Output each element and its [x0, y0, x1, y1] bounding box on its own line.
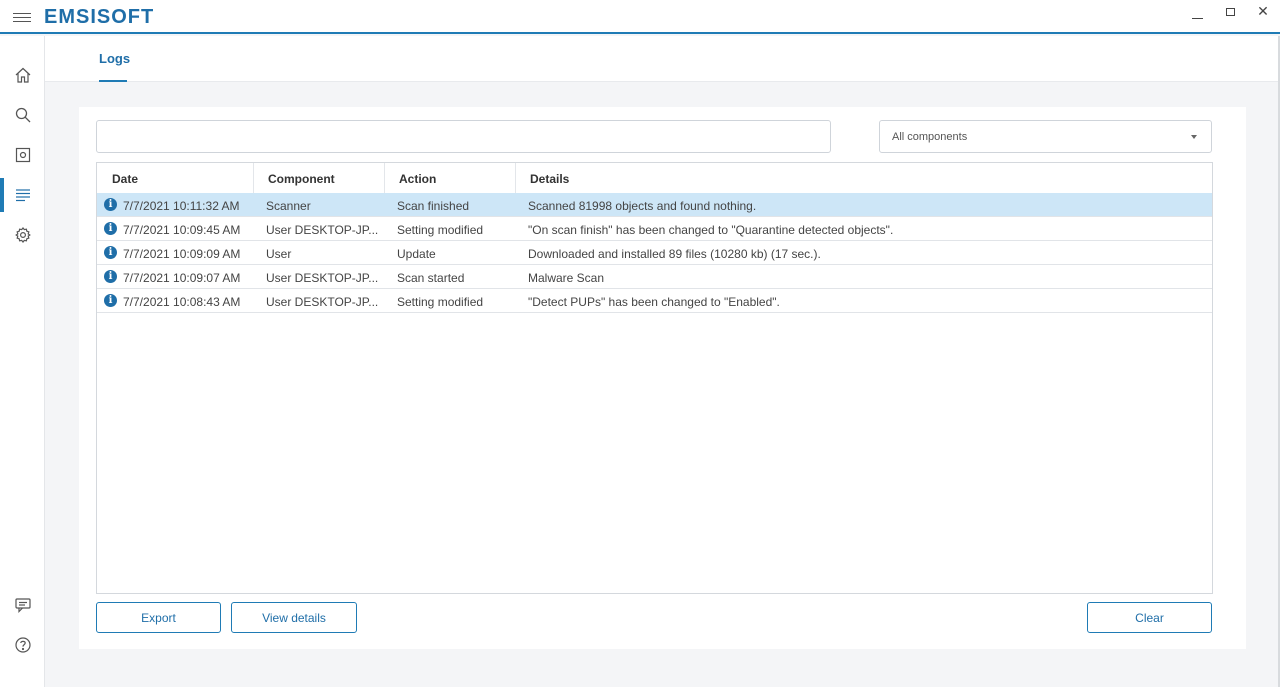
search-input[interactable]	[96, 120, 831, 153]
row-action: Setting modified	[397, 223, 484, 237]
row-details: Downloaded and installed 89 files (10280…	[528, 247, 821, 261]
table-row[interactable]: i 7/7/2021 10:11:32 AM Scanner Scan fini…	[97, 193, 1212, 217]
logs-icon	[15, 189, 30, 202]
row-action: Scan finished	[397, 199, 470, 213]
column-header-component[interactable]: Component	[268, 172, 335, 186]
gear-icon	[14, 227, 31, 243]
title-bar: EMSISOFT ✕	[0, 0, 1280, 34]
sidebar-item-scan[interactable]	[0, 98, 45, 132]
component-filter-value: All components	[892, 131, 968, 143]
row-date: 7/7/2021 10:09:45 AM	[123, 223, 241, 237]
row-component: User DESKTOP-JP...	[266, 295, 378, 309]
table-row[interactable]: i 7/7/2021 10:09:45 AM User DESKTOP-JP..…	[97, 217, 1212, 241]
sidebar-item-home[interactable]	[0, 58, 45, 92]
column-separator[interactable]	[253, 163, 254, 193]
help-icon	[14, 637, 31, 653]
info-icon: i	[104, 222, 117, 235]
view-details-button[interactable]: View details	[231, 602, 357, 633]
quarantine-icon	[15, 147, 30, 163]
minimize-button[interactable]	[1180, 0, 1214, 30]
column-header-date[interactable]: Date	[112, 172, 138, 186]
row-action: Update	[397, 247, 436, 261]
info-icon: i	[104, 294, 117, 307]
row-component: User	[266, 247, 292, 261]
table-row[interactable]: i 7/7/2021 10:08:43 AM User DESKTOP-JP..…	[97, 289, 1212, 313]
table-row[interactable]: i 7/7/2021 10:09:07 AM User DESKTOP-JP..…	[97, 265, 1212, 289]
column-header-details[interactable]: Details	[530, 172, 569, 186]
export-button[interactable]: Export	[96, 602, 221, 633]
sidebar-item-feedback[interactable]	[0, 588, 45, 622]
sidebar-item-settings[interactable]	[0, 218, 45, 252]
home-icon	[15, 67, 30, 83]
table-row[interactable]: i 7/7/2021 10:09:09 AM User Update Downl…	[97, 241, 1212, 265]
app-logo: EMSISOFT	[44, 6, 155, 28]
row-date: 7/7/2021 10:11:32 AM	[123, 199, 240, 213]
column-separator[interactable]	[384, 163, 385, 193]
row-component: Scanner	[266, 199, 311, 213]
minimize-icon	[1191, 17, 1203, 19]
row-action: Setting modified	[397, 295, 484, 309]
maximize-button[interactable]	[1213, 0, 1247, 30]
caret-down-icon	[1191, 135, 1197, 139]
row-component: User DESKTOP-JP...	[266, 223, 378, 237]
tab-underline	[99, 80, 127, 82]
maximize-icon	[1225, 8, 1235, 16]
logs-table: Date Component Action Details i 7/7/2021…	[96, 162, 1213, 594]
table-header: Date Component Action Details	[97, 163, 1212, 193]
clear-button[interactable]: Clear	[1087, 602, 1212, 633]
info-icon: i	[104, 270, 117, 283]
row-action: Scan started	[397, 271, 465, 285]
chat-icon	[14, 598, 31, 613]
row-date: 7/7/2021 10:08:43 AM	[123, 295, 241, 309]
tab-logs[interactable]: Logs	[99, 51, 130, 66]
row-details: Scanned 81998 objects and found nothing.	[528, 199, 757, 213]
info-icon: i	[104, 246, 117, 259]
row-details: "Detect PUPs" has been changed to "Enabl…	[528, 295, 780, 309]
sidebar-item-logs[interactable]	[0, 178, 45, 212]
sidebar-item-quarantine[interactable]	[0, 138, 45, 172]
search-icon	[15, 107, 30, 123]
sidebar	[0, 36, 45, 687]
sidebar-item-help[interactable]	[0, 628, 45, 662]
row-details: "On scan finish" has been changed to "Qu…	[528, 223, 894, 237]
row-date: 7/7/2021 10:09:07 AM	[123, 271, 241, 285]
hamburger-menu-icon[interactable]	[13, 13, 31, 23]
column-header-action[interactable]: Action	[399, 172, 436, 186]
column-separator[interactable]	[515, 163, 516, 193]
close-button[interactable]: ✕	[1246, 0, 1280, 26]
tab-bar: Logs	[45, 36, 1278, 82]
row-date: 7/7/2021 10:09:09 AM	[123, 247, 241, 261]
component-filter-select[interactable]: All components	[879, 120, 1212, 153]
row-component: User DESKTOP-JP...	[266, 271, 378, 285]
row-details: Malware Scan	[528, 271, 605, 285]
info-icon: i	[104, 198, 117, 211]
